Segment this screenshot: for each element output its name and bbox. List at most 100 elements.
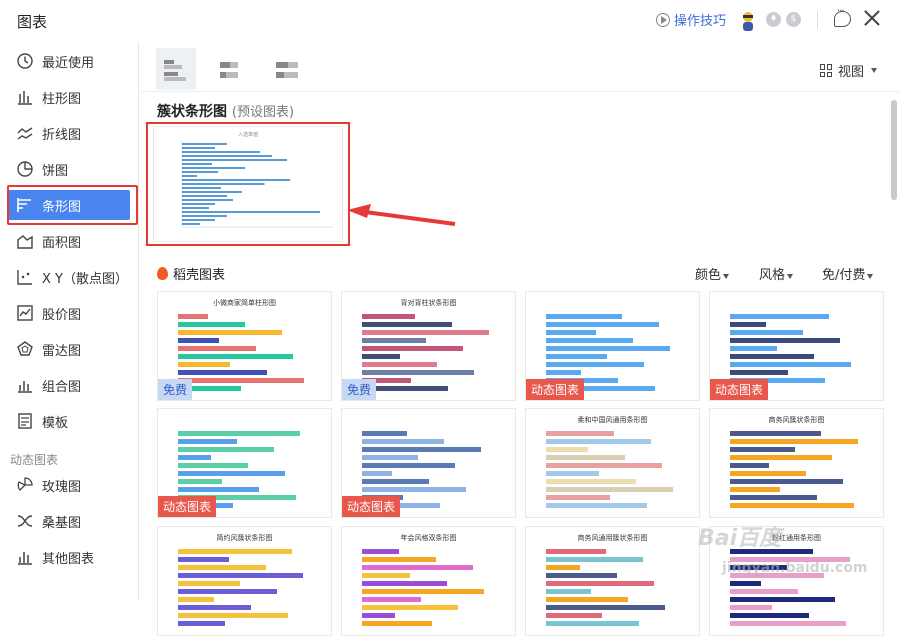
sidebar-item-combo[interactable]: 组合图 bbox=[8, 370, 130, 400]
sidebar-item-sankey[interactable]: 桑基图 bbox=[8, 506, 130, 536]
main-panel: 视图 簇状条形图 (预设图表) 入选率值 稻壳图表 颜色 风格 免/付费 小微商… bbox=[140, 42, 900, 636]
radar-chart-icon bbox=[16, 340, 34, 358]
template-card[interactable]: 小微商家简单柱形图免费 bbox=[157, 291, 332, 401]
dynamic-chart-badge: 动态图表 bbox=[342, 496, 401, 517]
app-title: 图表 bbox=[17, 13, 48, 31]
template-title: 商务风簇状条形图 bbox=[768, 416, 825, 424]
subtab-percent-bar[interactable] bbox=[268, 48, 308, 90]
view-button[interactable]: 视图 bbox=[820, 61, 878, 80]
sidebar-item-label: 饼图 bbox=[42, 163, 69, 179]
template-icon bbox=[16, 412, 34, 430]
avatar[interactable] bbox=[739, 10, 757, 32]
sidebar-item-label: 最近使用 bbox=[42, 55, 95, 71]
template-card[interactable]: 年会风格双条形图 bbox=[341, 526, 516, 636]
template-card[interactable]: 动态图表 bbox=[525, 291, 700, 401]
close-icon[interactable] bbox=[864, 10, 880, 26]
sidebar-item-label: 其他图表 bbox=[42, 551, 95, 567]
template-card[interactable]: 动态图表 bbox=[157, 408, 332, 518]
fire-icon bbox=[157, 267, 168, 280]
watermark: Bai百度 bbox=[698, 526, 782, 551]
grid-view-icon bbox=[820, 64, 833, 77]
template-thumbnail bbox=[730, 431, 858, 508]
sidebar-item-label: 组合图 bbox=[42, 379, 82, 395]
watermark-subtext: jingyan.baidu.com bbox=[722, 560, 868, 576]
free-badge: 免费 bbox=[158, 379, 193, 400]
pie-chart-icon bbox=[16, 160, 34, 178]
feedback-icon[interactable] bbox=[834, 6, 851, 27]
sidebar-item-template[interactable]: 模板 bbox=[8, 406, 130, 436]
sidebar-item-label: 模板 bbox=[42, 415, 69, 431]
docer-title-text: 稻壳图表 bbox=[173, 268, 226, 283]
template-title: 小微商家简单柱形图 bbox=[213, 299, 276, 307]
title-bar: 图表 操作技巧 ♦ $ bbox=[0, 0, 900, 42]
subtab-stacked-bar[interactable] bbox=[212, 48, 252, 90]
filter-color[interactable]: 颜色 bbox=[695, 264, 730, 283]
sidebar-item-scatter[interactable]: X Y（散点图） bbox=[8, 262, 130, 292]
area-chart-icon bbox=[16, 232, 34, 250]
template-thumbnail bbox=[362, 549, 484, 626]
combo-chart-icon bbox=[16, 376, 34, 394]
template-card[interactable]: 商务风通用簇状条形图 bbox=[525, 526, 700, 636]
template-title: 商务风通用簇状条形图 bbox=[577, 534, 648, 542]
template-card[interactable]: 动态图表 bbox=[341, 408, 516, 518]
clock-icon bbox=[16, 52, 34, 70]
sidebar-item-stock[interactable]: 股价图 bbox=[8, 298, 130, 328]
section-title-text: 簇状条形图 bbox=[157, 104, 227, 120]
template-title: 背对背柱状条形图 bbox=[400, 299, 457, 307]
sidebar-item-label: 桑基图 bbox=[42, 515, 82, 531]
help-label: 操作技巧 bbox=[674, 14, 727, 29]
filter-style[interactable]: 风格 bbox=[759, 264, 794, 283]
sidebar-item-area[interactable]: 面积图 bbox=[8, 226, 130, 256]
sidebar-item-rose[interactable]: 玫瑰图 bbox=[8, 470, 130, 500]
toolbar-divider bbox=[817, 11, 818, 29]
percent-bar-thumb-icon bbox=[276, 62, 298, 78]
red-arrow-annotation bbox=[347, 204, 456, 226]
template-thumbnail bbox=[546, 549, 665, 626]
sidebar-item-recent[interactable]: 最近使用 bbox=[8, 46, 130, 76]
rose-chart-icon bbox=[16, 476, 34, 494]
scrollbar[interactable] bbox=[891, 100, 897, 200]
template-title: 简约风簇状条形图 bbox=[216, 534, 273, 542]
docer-section-title: 稻壳图表 bbox=[157, 264, 225, 283]
coin-badge-icon[interactable]: $ bbox=[786, 12, 801, 27]
template-card[interactable]: 背对背柱状条形图 免费 bbox=[341, 291, 516, 401]
sidebar: 最近使用 柱形图 折线图 饼图 条形图 面积图 X Y（散点图） 股价图 雷达图… bbox=[0, 42, 139, 600]
sidebar-section-dynamic: 动态图表 bbox=[10, 453, 59, 467]
sidebar-item-line[interactable]: 折线图 bbox=[8, 118, 130, 148]
sidebar-item-label: 柱形图 bbox=[42, 91, 82, 107]
sidebar-item-other[interactable]: 其他图表 bbox=[8, 542, 130, 572]
clustered-bar-thumb-icon bbox=[164, 60, 186, 81]
section-title: 簇状条形图 (预设图表) bbox=[157, 101, 294, 121]
sidebar-item-column[interactable]: 柱形图 bbox=[8, 82, 130, 112]
column-chart-icon bbox=[16, 88, 34, 106]
template-card[interactable]: 商务风簇状条形图 bbox=[709, 408, 884, 518]
sidebar-item-label: X Y（散点图） bbox=[42, 271, 128, 287]
sankey-chart-icon bbox=[16, 512, 34, 530]
template-title: 柔和中国风通用条形图 bbox=[577, 416, 648, 424]
chevron-down-icon bbox=[867, 274, 874, 279]
template-title: 年会风格双条形图 bbox=[400, 534, 457, 542]
subtab-clustered-bar[interactable] bbox=[156, 48, 196, 90]
sidebar-item-label: 面积图 bbox=[42, 235, 82, 251]
section-subtitle: (预设图表) bbox=[231, 105, 295, 120]
sidebar-item-radar[interactable]: 雷达图 bbox=[8, 334, 130, 364]
scatter-chart-icon bbox=[16, 268, 34, 286]
subtab-divider bbox=[140, 91, 900, 92]
template-card[interactable]: 简约风簇状条形图 bbox=[157, 526, 332, 636]
filter-price[interactable]: 免/付费 bbox=[822, 264, 874, 283]
dynamic-chart-badge: 动态图表 bbox=[158, 496, 217, 517]
sidebar-item-label: 折线图 bbox=[42, 127, 82, 143]
sidebar-item-label: 股价图 bbox=[42, 307, 82, 323]
highlight-frame-preset bbox=[146, 122, 350, 246]
template-card[interactable]: 柔和中国风通用条形图 bbox=[525, 408, 700, 518]
chevron-down-icon bbox=[723, 274, 730, 279]
line-chart-icon bbox=[16, 124, 34, 142]
help-button[interactable]: 操作技巧 bbox=[656, 10, 726, 29]
stacked-bar-thumb-icon bbox=[220, 62, 238, 78]
dynamic-chart-badge: 动态图表 bbox=[526, 379, 585, 400]
play-circle-icon bbox=[656, 12, 670, 27]
sidebar-item-pie[interactable]: 饼图 bbox=[8, 154, 130, 184]
template-thumbnail bbox=[178, 549, 303, 626]
vip-badge-icon[interactable]: ♦ bbox=[766, 12, 781, 27]
template-card[interactable]: 动态图表 bbox=[709, 291, 884, 401]
